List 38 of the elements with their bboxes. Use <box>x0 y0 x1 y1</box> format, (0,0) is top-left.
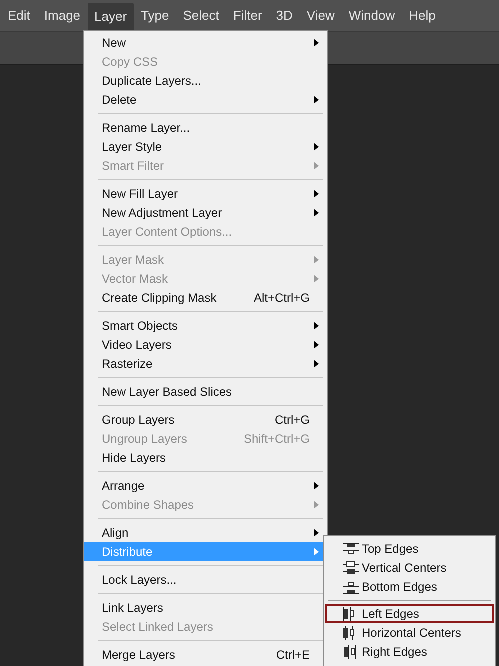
menu-bar-item[interactable]: View <box>300 0 342 31</box>
menu-item[interactable]: Delete <box>84 90 327 109</box>
menu-bar-item[interactable]: Type <box>134 0 176 31</box>
menu-item[interactable]: Link Layers <box>84 598 327 617</box>
menu-bar-item[interactable]: Window <box>342 0 402 31</box>
menu-item[interactable]: Smart Objects <box>84 316 327 335</box>
menu-item[interactable]: Arrange <box>84 476 327 495</box>
menu-bar-item[interactable]: Help <box>402 0 443 31</box>
menu-item[interactable]: Rasterize <box>84 354 327 373</box>
menu-bar-item[interactable]: 3D <box>269 0 300 31</box>
menu-item[interactable]: Lock Layers... <box>84 570 327 589</box>
submenu-item[interactable]: Vertical Centers <box>325 558 494 577</box>
menu-item[interactable]: Merge Layers Ctrl+E <box>84 645 327 664</box>
menu-item[interactable]: New Layer Based Slices <box>84 382 327 401</box>
menu-item[interactable]: Rename Layer... <box>84 118 327 137</box>
distribute-bottom-icon <box>342 580 360 594</box>
submenu-item[interactable]: Top Edges <box>325 539 494 558</box>
menu-bar-item[interactable]: Layer <box>88 3 134 31</box>
submenu-item[interactable]: Left Edges <box>325 604 494 623</box>
submenu-item[interactable]: Horizontal Centers <box>325 623 494 642</box>
menu-bar-item[interactable]: Edit <box>1 0 38 31</box>
menu-item[interactable]: Video Layers <box>84 335 327 354</box>
submenu-item[interactable]: Right Edges <box>325 642 494 661</box>
menu-bar-item[interactable]: Select <box>176 0 226 31</box>
menu-item[interactable]: New Adjustment Layer <box>84 203 327 222</box>
menu-bar-item[interactable]: Image <box>37 0 88 31</box>
menu-item[interactable]: Create Clipping Mask Alt+Ctrl+G <box>84 288 327 307</box>
menu-item[interactable]: Group Layers Ctrl+G <box>84 410 327 429</box>
menu-item[interactable]: Duplicate Layers... <box>84 71 327 90</box>
distribute-middle-icon <box>342 560 360 574</box>
distribute-top-icon <box>342 542 360 556</box>
menu-item[interactable]: Align <box>84 523 327 542</box>
menu-item[interactable]: New Fill Layer <box>84 184 327 203</box>
submenu-item[interactable]: Bottom Edges <box>325 577 494 596</box>
menu-item[interactable]: Hide Layers <box>84 448 327 467</box>
menu-item[interactable]: New <box>84 33 327 52</box>
menu-bar-item[interactable]: Filter <box>226 0 270 31</box>
menu-item[interactable]: Layer Style <box>84 137 327 156</box>
